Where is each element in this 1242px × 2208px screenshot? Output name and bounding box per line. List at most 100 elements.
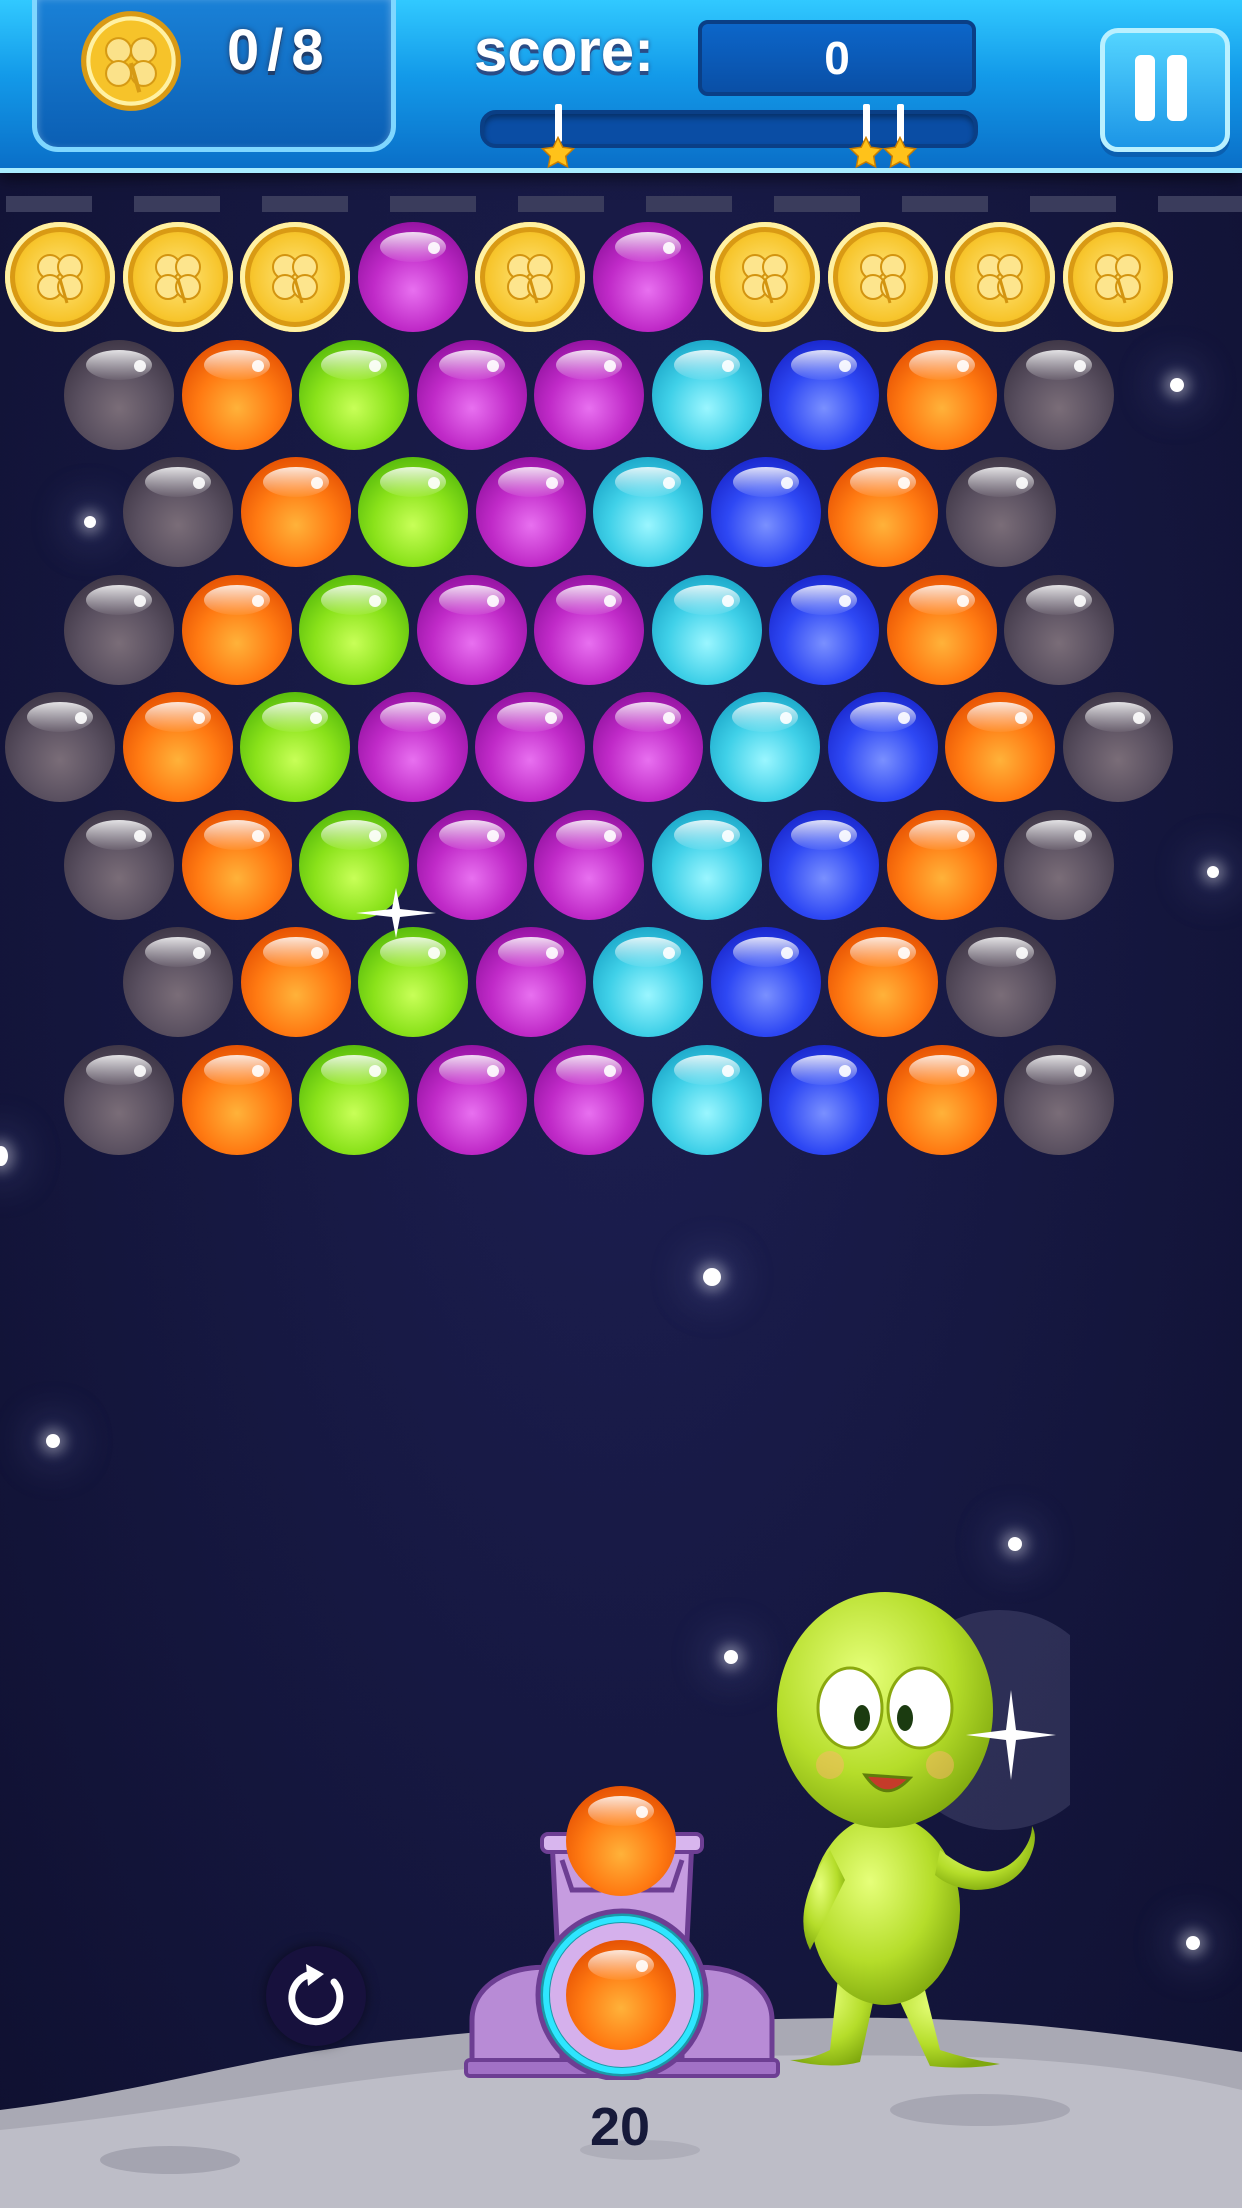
purple-bubble — [475, 692, 585, 802]
green-bubble — [358, 457, 468, 567]
purple-bubble — [416, 1044, 527, 1155]
blue-bubble — [769, 574, 879, 685]
score-label: score: — [474, 17, 655, 84]
purple-bubble — [534, 574, 644, 685]
cyan-bubble — [593, 927, 703, 1037]
green-bubble — [358, 927, 468, 1037]
star-icon — [1186, 1936, 1200, 1950]
gray-bubble — [64, 574, 174, 685]
sparkle-icon — [356, 888, 436, 938]
purple-bubble — [416, 339, 527, 450]
coin-bubble — [710, 222, 820, 332]
orange-bubble — [240, 457, 351, 567]
cyan-bubble — [710, 692, 820, 802]
green-bubble — [299, 574, 409, 685]
blue-bubble — [827, 692, 938, 802]
clover-icon — [37, 254, 83, 304]
star-icon — [724, 1650, 738, 1664]
star-threshold-3 — [880, 104, 920, 176]
orange-bubble — [181, 809, 292, 920]
green-bubble — [240, 692, 350, 802]
coins-collected: 0 — [227, 18, 262, 83]
coins-separator: / — [267, 18, 286, 83]
cyan-bubble — [651, 339, 762, 450]
swap-bubble-button[interactable] — [266, 1946, 366, 2046]
coin-bubble — [240, 222, 350, 332]
gray-bubble — [945, 927, 1056, 1037]
gray-bubble — [1004, 1044, 1114, 1155]
gray-bubble — [123, 927, 233, 1037]
cyan-bubble — [651, 574, 762, 685]
ceiling-dash — [390, 196, 476, 212]
cyan-bubble — [651, 1044, 762, 1155]
gray-bubble — [945, 457, 1056, 567]
blue-bubble — [710, 457, 821, 567]
gray-bubble — [64, 339, 174, 450]
ceiling-dash — [902, 196, 988, 212]
orange-bubble — [181, 339, 292, 450]
pause-button[interactable] — [1100, 28, 1230, 152]
alien-mascot — [777, 1592, 1070, 2068]
star-icon — [1170, 378, 1184, 392]
coin-bubble — [475, 222, 585, 332]
blue-bubble — [769, 809, 879, 920]
purple-bubble — [357, 222, 468, 332]
orange-bubble — [886, 574, 997, 685]
star-icon — [46, 1434, 60, 1448]
purple-bubble — [475, 927, 586, 1037]
clover-icon — [1094, 254, 1141, 304]
orange-bubble — [122, 692, 233, 802]
orange-bubble — [886, 339, 997, 450]
blue-bubble — [769, 339, 879, 450]
refresh-icon — [288, 1964, 344, 2026]
gray-bubble — [64, 1044, 174, 1155]
clover-coin-icon — [81, 11, 181, 111]
green-bubble — [299, 339, 409, 450]
next-bubble — [566, 1786, 676, 1896]
star-icon — [1008, 1537, 1022, 1551]
ceiling-dash — [1030, 196, 1116, 212]
coin-counter-panel: 0 / 8 — [32, 0, 396, 152]
purple-bubble — [357, 692, 468, 802]
purple-bubble — [416, 574, 527, 685]
orange-bubble — [828, 927, 938, 1037]
orange-bubble — [181, 574, 292, 685]
purple-bubble — [534, 1044, 644, 1155]
blue-bubble — [769, 1044, 879, 1155]
coin-bubble — [827, 222, 938, 332]
shots-remaining: 20 — [589, 2097, 651, 2157]
clover-icon — [272, 254, 318, 304]
current-bubble[interactable] — [566, 1940, 676, 2050]
coin-bubble — [122, 222, 233, 332]
orange-bubble — [828, 457, 938, 567]
gray-bubble — [1062, 692, 1173, 802]
gray-bubble — [1004, 809, 1114, 920]
top-hud-bar: 0 / 8 score: 0 — [0, 0, 1242, 173]
star-icon — [703, 1268, 721, 1286]
coin-counter: 0 / 8 — [227, 17, 326, 84]
clover-icon — [859, 254, 906, 304]
gray-bubble — [64, 809, 174, 920]
ceiling-line — [0, 196, 1242, 212]
ceiling-dash — [6, 196, 92, 212]
clover-icon — [977, 254, 1023, 304]
purple-bubble — [534, 809, 644, 920]
cyan-bubble — [651, 809, 762, 920]
ceiling-dash — [262, 196, 348, 212]
coin-bubble — [5, 222, 115, 332]
game-stage[interactable]: 0 / 8 score: 0 20 — [0, 0, 1242, 2208]
gold-star-icon — [540, 136, 576, 169]
star-icon — [1207, 866, 1219, 878]
score-value: 0 — [698, 20, 976, 96]
coin-bubble — [1062, 222, 1173, 332]
orange-bubble — [886, 1044, 997, 1155]
star-icon — [84, 516, 96, 528]
sparkle-icon — [966, 1690, 1056, 1780]
clover-icon — [507, 254, 553, 304]
orange-bubble — [240, 927, 351, 1037]
gray-bubble — [1004, 574, 1114, 685]
gray-bubble — [5, 692, 115, 802]
orange-bubble — [945, 692, 1055, 802]
star-threshold-1 — [538, 104, 578, 176]
purple-bubble — [592, 222, 703, 332]
